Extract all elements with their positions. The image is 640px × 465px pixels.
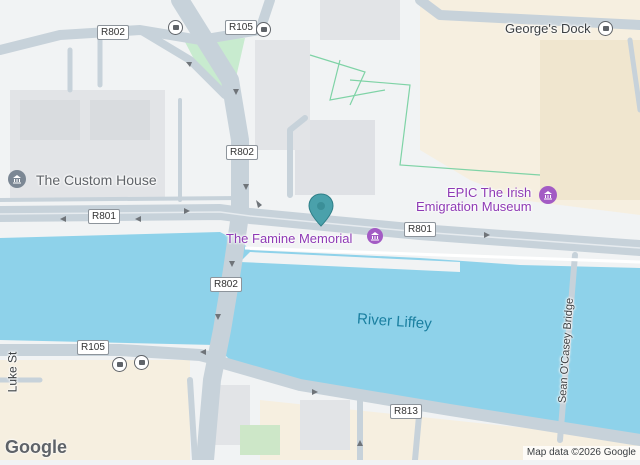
road-shield-r105: R105 (225, 20, 257, 35)
bus-stop-icon[interactable] (134, 355, 149, 370)
place-label-epic-line1[interactable]: EPIC The Irish (447, 186, 531, 199)
road-shield-r802: R802 (97, 25, 129, 40)
location-pin-icon[interactable] (307, 192, 335, 230)
museum-icon[interactable] (367, 228, 383, 244)
tram-stop-icon[interactable] (256, 22, 271, 37)
place-label-custom-house[interactable]: The Custom House (36, 173, 157, 187)
road-shield-r801: R801 (404, 222, 436, 237)
tram-stop-icon[interactable] (598, 21, 613, 36)
landmark-icon[interactable] (8, 170, 26, 188)
place-label-famine-memorial[interactable]: The Famine Memorial (226, 232, 352, 245)
tram-stop-icon[interactable] (112, 357, 127, 372)
road-shield-r802: R802 (226, 145, 258, 160)
road-shield-r813: R813 (390, 404, 422, 419)
road-shield-r105: R105 (77, 340, 109, 355)
map-view[interactable]: R105 R802 R802 R801 R801 R802 R105 R813 … (0, 0, 640, 465)
place-label-georges-dock[interactable]: George's Dock (505, 22, 591, 35)
map-canvas (0, 0, 640, 465)
bus-stop-icon[interactable] (168, 20, 183, 35)
street-label-luke-st: Luke St (5, 351, 20, 393)
map-data-attribution[interactable]: Map data ©2026 Google (522, 446, 640, 460)
road-shield-r802: R802 (210, 277, 242, 292)
museum-icon[interactable] (539, 186, 557, 204)
road-shield-r801: R801 (88, 209, 120, 224)
place-label-epic-line2[interactable]: Emigration Museum (416, 200, 532, 213)
google-logo: Google (5, 437, 67, 457)
